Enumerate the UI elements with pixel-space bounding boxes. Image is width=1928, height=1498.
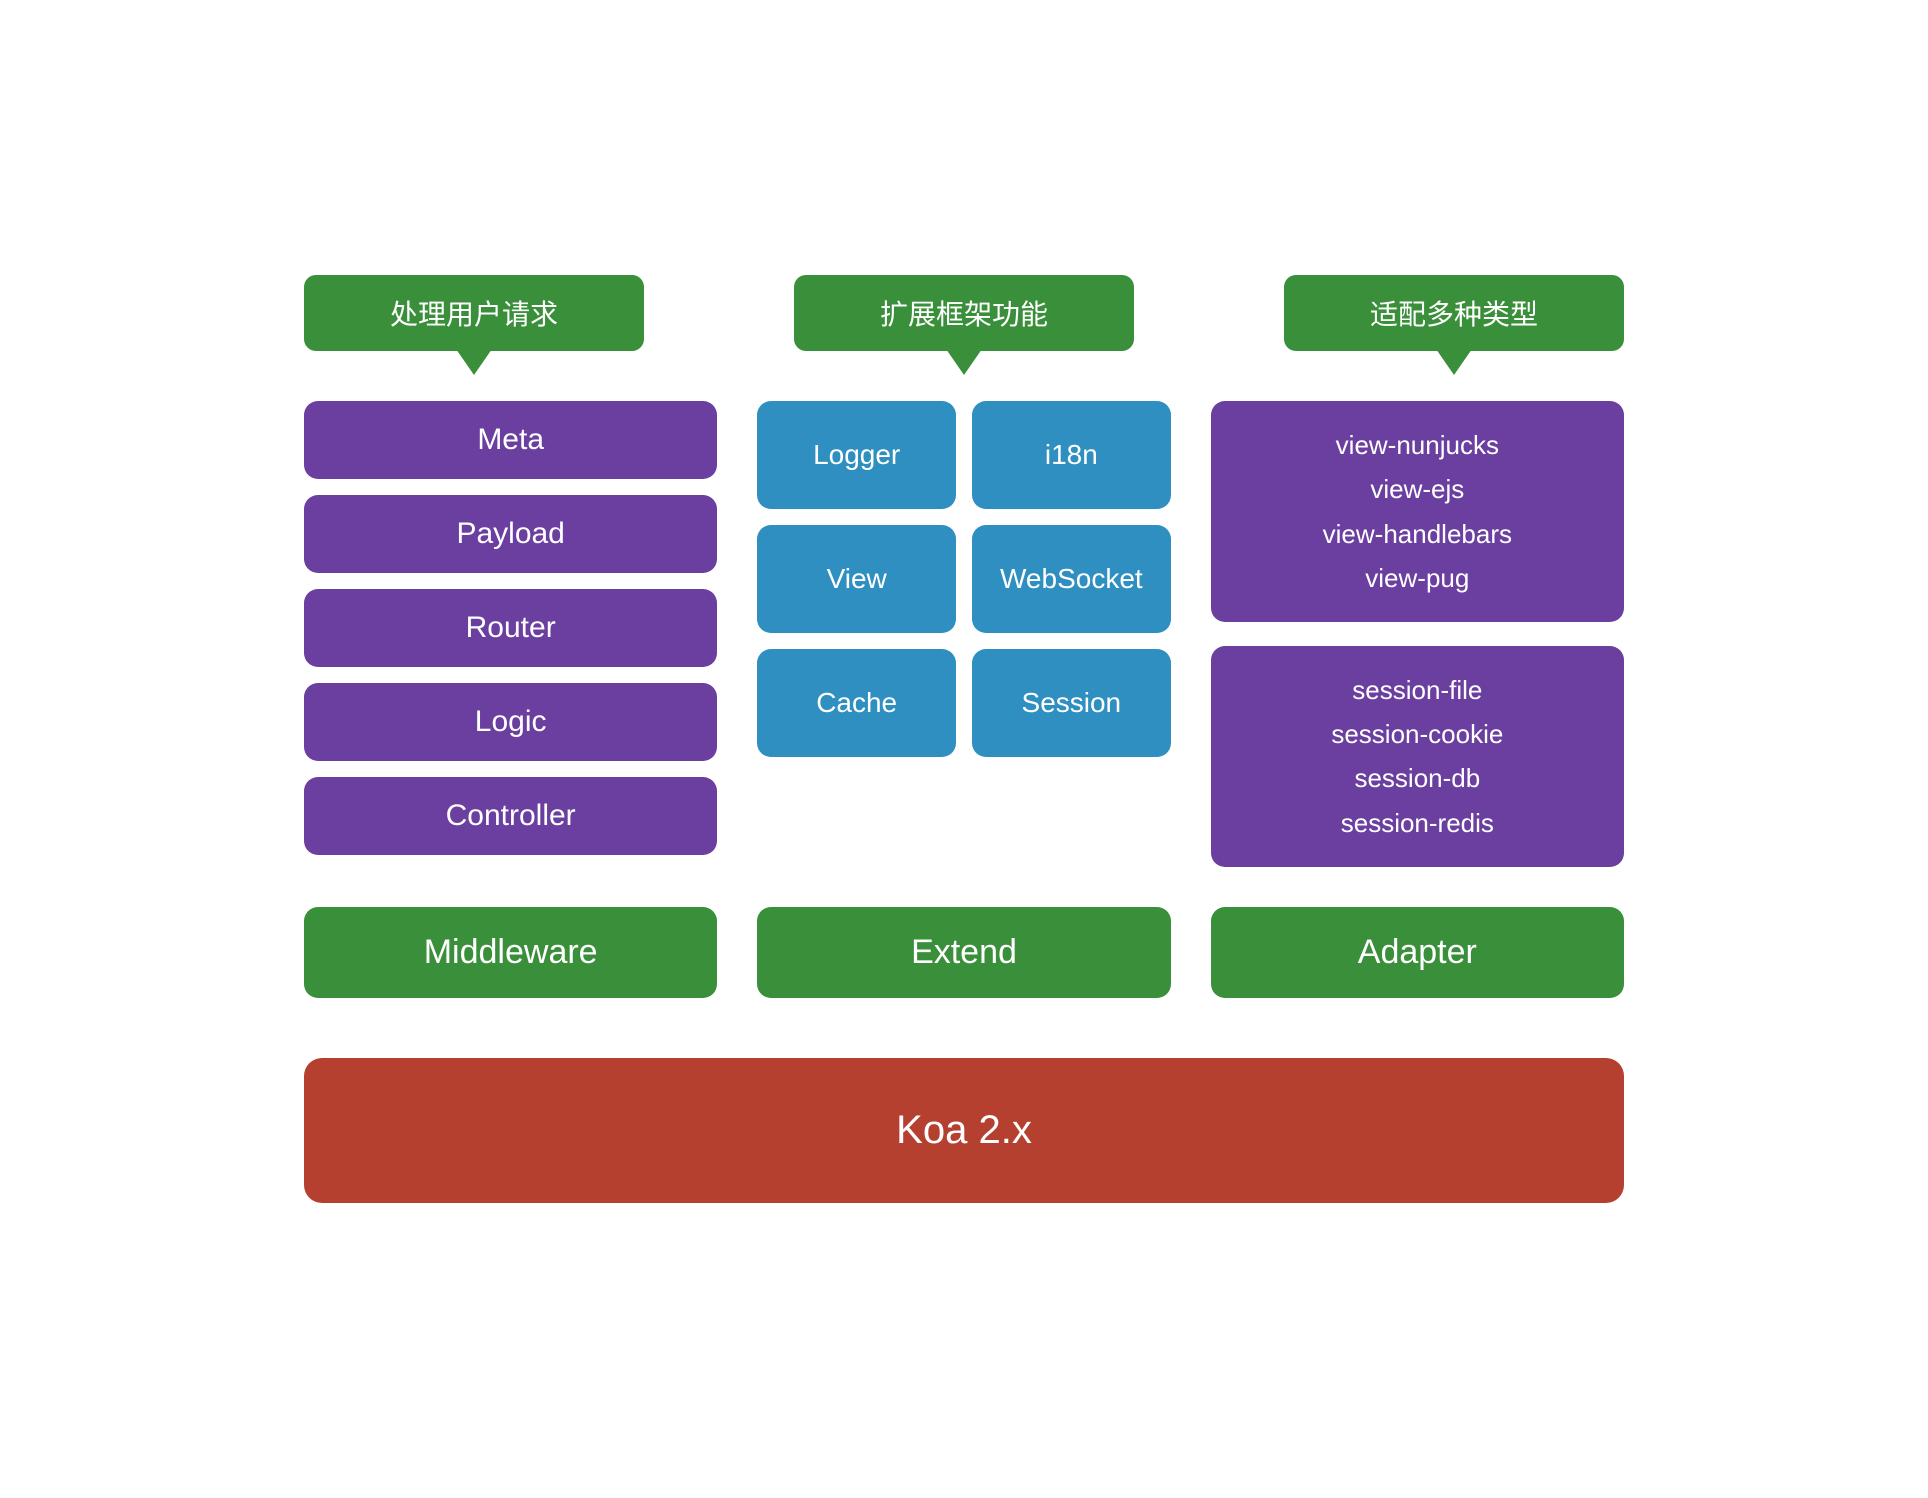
label-middleware: Middleware	[304, 907, 717, 998]
bubble-middleware: 处理用户请求	[304, 275, 644, 351]
extend-i18n: i18n	[972, 401, 1171, 509]
extend-session: Session	[972, 649, 1171, 757]
top-bubbles: 处理用户请求 扩展框架功能 适配多种类型	[284, 275, 1644, 351]
middleware-logic: Logic	[304, 683, 717, 761]
extend-view: View	[757, 525, 956, 633]
middle-content: Meta Payload Router Logic Controller Log…	[284, 401, 1644, 867]
middleware-controller: Controller	[304, 777, 717, 855]
bubble-adapter: 适配多种类型	[1284, 275, 1624, 351]
col-adapter: view-nunjucksview-ejsview-handlebarsview…	[1211, 401, 1624, 867]
extend-cache: Cache	[757, 649, 956, 757]
label-extend: Extend	[757, 907, 1170, 998]
extend-row-2: View WebSocket	[757, 525, 1170, 633]
extend-row-1: Logger i18n	[757, 401, 1170, 509]
adapter-view-block: view-nunjucksview-ejsview-handlebarsview…	[1211, 401, 1624, 622]
middleware-meta: Meta	[304, 401, 717, 479]
diagram-root: 处理用户请求 扩展框架功能 适配多种类型 Meta Payload Router…	[264, 235, 1664, 1263]
middleware-payload: Payload	[304, 495, 717, 573]
label-adapter: Adapter	[1211, 907, 1624, 998]
extend-websocket: WebSocket	[972, 525, 1171, 633]
koa-bar-wrap: Koa 2.x	[284, 1058, 1644, 1203]
bubble-extend: 扩展框架功能	[794, 275, 1134, 351]
col-middleware: Meta Payload Router Logic Controller	[304, 401, 717, 855]
extend-row-3: Cache Session	[757, 649, 1170, 757]
middleware-router: Router	[304, 589, 717, 667]
bottom-labels: Middleware Extend Adapter	[284, 907, 1644, 998]
extend-logger: Logger	[757, 401, 956, 509]
adapter-session-block: session-filesession-cookiesession-dbsess…	[1211, 646, 1624, 867]
koa-bar: Koa 2.x	[304, 1058, 1624, 1203]
col-extend: Logger i18n View WebSocket Cache Session	[757, 401, 1170, 757]
